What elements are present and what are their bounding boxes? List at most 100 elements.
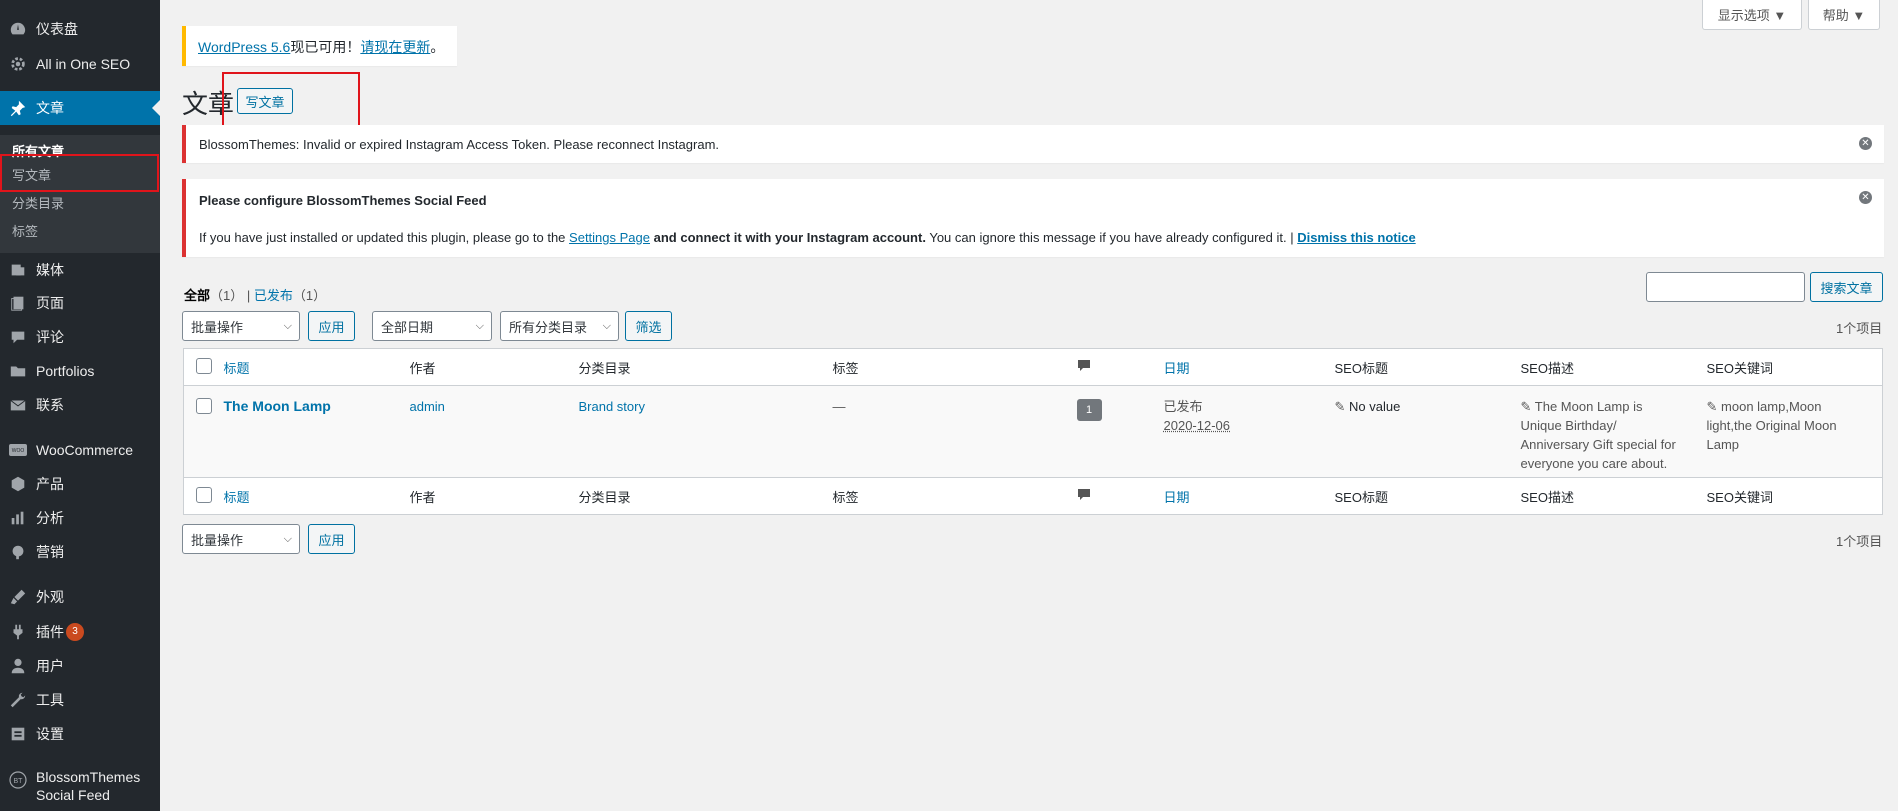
submenu-tags[interactable]: 标签 xyxy=(12,221,38,240)
bar-chart-icon xyxy=(0,509,36,527)
menu-users[interactable]: 用户 xyxy=(0,649,160,683)
column-title-footer[interactable]: 标题 xyxy=(224,490,250,505)
bulk-actions-select[interactable]: 批量操作 ⌵ xyxy=(182,311,300,341)
comment-count-bubble[interactable]: 1 xyxy=(1076,399,1102,421)
dashboard-icon xyxy=(0,20,36,38)
menu-analytics[interactable]: 分析 xyxy=(0,501,160,535)
pin-icon xyxy=(0,99,36,117)
select-all-checkbox-footer[interactable] xyxy=(196,486,212,503)
status-filter-links: 全部（1） | 已发布（1） xyxy=(184,288,327,303)
dismiss-notice-link[interactable]: Dismiss this notice xyxy=(1297,230,1415,245)
comment-icon[interactable] xyxy=(1077,359,1091,376)
folder-icon xyxy=(0,362,36,380)
media-icon xyxy=(0,261,36,279)
chevron-down-icon: ⌵ xyxy=(475,320,484,332)
pencil-icon[interactable]: ✎ xyxy=(1707,399,1718,414)
submenu-categories[interactable]: 分类目录 xyxy=(12,193,64,212)
chevron-down-icon: ⌵ xyxy=(602,320,611,332)
menu-products[interactable]: 产品 xyxy=(0,467,160,501)
menu-media[interactable]: 媒体 xyxy=(0,253,160,287)
column-author-footer: 作者 xyxy=(409,489,436,505)
items-count-bottom: 1个项目 xyxy=(1836,534,1883,549)
mail-icon xyxy=(0,396,36,414)
post-category-link[interactable]: Brand story xyxy=(579,399,645,414)
table-footer-row: 标题 作者 分类目录 标签 日期 SEO标题 SEO描述 SEO关键词 xyxy=(183,477,1883,515)
menu-portfolios[interactable]: Portfolios xyxy=(0,354,160,388)
svg-text:WOO: WOO xyxy=(12,448,25,454)
column-author-header: 作者 xyxy=(409,360,436,376)
chevron-down-icon: ⌵ xyxy=(283,320,292,332)
category-filter-select[interactable]: 所有分类目录 ⌵ xyxy=(500,311,619,341)
table-row: The Moon Lamp admin Brand story — 1 已发布 2… xyxy=(183,385,1883,478)
menu-appearance[interactable]: 外观 xyxy=(0,580,160,614)
close-icon[interactable]: ✕ xyxy=(1859,137,1872,150)
apply-button[interactable]: 应用 xyxy=(308,311,355,341)
column-category-footer: 分类目录 xyxy=(578,489,631,505)
settings-page-link[interactable]: Settings Page xyxy=(569,230,650,245)
menu-comments[interactable]: 评论 xyxy=(0,320,160,354)
filter-all-link[interactable]: 全部 xyxy=(184,288,210,303)
column-tags-footer: 标签 xyxy=(832,489,859,505)
user-icon xyxy=(0,657,36,675)
pencil-icon[interactable]: ✎ xyxy=(1521,399,1532,414)
column-seo-desc-header: SEO描述 xyxy=(1520,360,1574,376)
bulk-actions-select-bottom[interactable]: 批量操作 ⌵ xyxy=(182,524,300,554)
column-seo-desc-footer: SEO描述 xyxy=(1520,489,1574,505)
wordpress-version-link[interactable]: WordPress 5.6 xyxy=(198,39,290,55)
filter-button[interactable]: 筛选 xyxy=(625,311,672,341)
menu-posts[interactable]: 文章 xyxy=(0,91,160,125)
row-checkbox[interactable] xyxy=(196,398,212,414)
menu-woocommerce[interactable]: WOO WooCommerce xyxy=(0,433,160,467)
page-icon xyxy=(0,294,36,312)
post-date: 2020-12-06 xyxy=(1163,418,1231,433)
search-posts-button[interactable]: 搜索文章 xyxy=(1810,272,1883,302)
highlight-box-add-new xyxy=(222,72,360,127)
post-title-link[interactable]: The Moon Lamp xyxy=(224,398,331,414)
comment-icon[interactable] xyxy=(1077,488,1091,505)
plugin-update-badge: 3 xyxy=(66,623,84,641)
admin-sidebar: 仪表盘 All in One SEO 文章 所有文章 写文章 分类目录 标签 媒… xyxy=(0,0,160,811)
settings-icon xyxy=(0,725,36,743)
menu-settings[interactable]: 设置 xyxy=(0,717,160,751)
select-all-checkbox[interactable] xyxy=(196,357,212,374)
bt-icon: BT xyxy=(0,770,36,790)
column-category-header: 分类目录 xyxy=(578,360,631,376)
column-seo-keywords-footer: SEO关键词 xyxy=(1706,489,1773,505)
menu-dashboard[interactable]: 仪表盘 xyxy=(0,12,160,46)
menu-contact[interactable]: 联系 xyxy=(0,388,160,422)
menu-all-in-one-seo[interactable]: All in One SEO xyxy=(0,47,160,81)
apply-button-bottom[interactable]: 应用 xyxy=(308,524,355,554)
menu-blossomthemes-social-feed[interactable]: BT BlossomThemes Social Feed xyxy=(0,768,160,808)
menu-plugins[interactable]: 插件 3 xyxy=(0,615,160,649)
pencil-icon[interactable]: ✎ xyxy=(1335,399,1346,414)
close-icon[interactable]: ✕ xyxy=(1859,191,1872,204)
plugin-icon xyxy=(0,623,36,641)
menu-pages[interactable]: 页面 xyxy=(0,286,160,320)
gear-icon xyxy=(0,55,36,73)
column-tags-header: 标签 xyxy=(832,360,859,376)
posts-table: 标题 作者 分类目录 标签 日期 SEO标题 SEO描述 SEO关键词 The … xyxy=(183,348,1883,515)
notice-body: If you have just installed or updated th… xyxy=(199,230,1416,245)
column-date-header[interactable]: 日期 xyxy=(1164,361,1190,376)
filter-published-link[interactable]: 已发布 xyxy=(254,288,293,303)
column-seo-title-footer: SEO标题 xyxy=(1334,489,1388,505)
post-author-link[interactable]: admin xyxy=(410,399,445,414)
column-title-header[interactable]: 标题 xyxy=(224,361,250,376)
update-now-link[interactable]: 请现在更新 xyxy=(360,39,430,55)
date-filter-select[interactable]: 全部日期 ⌵ xyxy=(372,311,492,341)
table-header-row: 标题 作者 分类目录 标签 日期 SEO标题 SEO描述 SEO关键词 xyxy=(183,348,1883,386)
help-button[interactable]: 帮助 ▼ xyxy=(1808,0,1880,30)
svg-text:BT: BT xyxy=(14,778,24,785)
menu-tools[interactable]: 工具 xyxy=(0,683,160,717)
menu-marketing[interactable]: 营销 xyxy=(0,535,160,569)
main-content: 显示选项 ▼ 帮助 ▼ WordPress 5.6现已可用！请现在更新。 文章 … xyxy=(160,0,1898,811)
notice-title: Please configure BlossomThemes Social Fe… xyxy=(199,193,487,208)
column-seo-title-header: SEO标题 xyxy=(1334,360,1388,376)
search-input[interactable] xyxy=(1646,272,1805,302)
column-date-footer[interactable]: 日期 xyxy=(1164,490,1190,505)
cube-icon xyxy=(0,475,36,493)
screen-options-button[interactable]: 显示选项 ▼ xyxy=(1702,0,1802,30)
chevron-down-icon: ⌵ xyxy=(283,533,292,545)
woo-icon: WOO xyxy=(0,442,36,458)
configure-social-feed-notice: Please configure BlossomThemes Social Fe… xyxy=(182,179,1884,257)
